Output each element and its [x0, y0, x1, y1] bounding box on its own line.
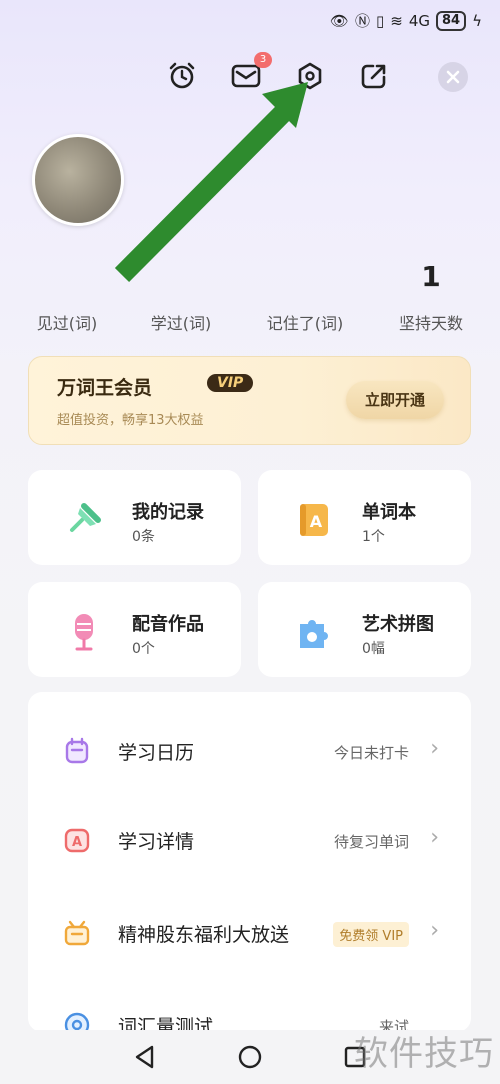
microphone-icon [75, 614, 93, 651]
gift-box-icon [64, 920, 90, 946]
vip-subtitle: 超值投资，畅享13大权益 [57, 413, 204, 428]
mail-icon[interactable]: 3 [228, 52, 272, 94]
vip-banner[interactable]: 万词王会员 VIP 超值投资，畅享13大权益 立即开通 [28, 356, 471, 445]
stat-remembered[interactable]: 记住了(词) [258, 260, 352, 334]
wifi-icon: ≋ [390, 11, 403, 30]
watermark: 软件技巧 [354, 1034, 494, 1074]
study-details-icon: A [64, 828, 90, 853]
share-icon[interactable] [356, 58, 392, 94]
pushpin-icon [70, 503, 101, 532]
close-icon [446, 70, 460, 84]
free-vip-badge: 免费领 VIP [333, 922, 409, 947]
mail-badge: 3 [254, 52, 272, 68]
eye-icon: 👁 [329, 11, 349, 30]
tile-art-puzzle[interactable]: 艺术拼图 0幅 [258, 582, 471, 677]
tile-my-records[interactable]: 我的记录 0条 [28, 470, 241, 565]
stats-row: 见过(词) 学过(词) 记住了(词) 1 坚持天数 [0, 260, 500, 340]
list-item-study-details[interactable]: A 学习详情 待复习单词 › [28, 809, 471, 869]
back-icon[interactable] [130, 1042, 160, 1072]
settings-icon[interactable] [292, 58, 328, 94]
list-item-study-calendar[interactable]: 学习日历 今日未打卡 › [28, 720, 471, 780]
alarm-clock-icon[interactable] [164, 58, 200, 94]
signal-icon: 4G [408, 11, 430, 30]
vibrate-icon: ▯ [375, 11, 385, 30]
list-item-shareholder-benefits[interactable]: 精神股东福利大放送 免费领 VIP › [28, 902, 471, 962]
stat-seen[interactable]: 见过(词) [24, 260, 110, 334]
vip-open-button[interactable]: 立即开通 [346, 381, 444, 419]
nfc-icon: Ⓝ [354, 12, 370, 30]
calendar-icon [65, 737, 89, 764]
status-bar: 👁 Ⓝ ▯ ≋ 4G 84 ϟ [330, 10, 482, 31]
tile-wordbook[interactable]: A 单词本 1个 [258, 470, 471, 565]
tile-dubbing-works[interactable]: 配音作品 0个 [28, 582, 241, 677]
chevron-right-icon: › [430, 918, 439, 943]
chevron-right-icon: › [430, 736, 439, 761]
wordbook-icon: A [300, 504, 328, 536]
puzzle-icon [300, 620, 328, 648]
svg-text:A: A [310, 512, 323, 531]
stat-learned[interactable]: 学过(词) [138, 260, 224, 334]
avatar[interactable] [32, 134, 124, 226]
menu-list: 学习日历 今日未打卡 › A 学习详情 待复习单词 › 精神股东福利大放送 免费… [28, 692, 471, 1032]
svg-text:A: A [72, 835, 82, 850]
charging-icon: ϟ [472, 11, 482, 30]
home-icon[interactable] [235, 1042, 265, 1072]
vip-title: 万词王会员 [57, 377, 153, 399]
battery-indicator: 84 [436, 10, 467, 31]
header-toolbar: 3 [0, 52, 500, 98]
vip-tag: VIP [207, 374, 254, 392]
vocabulary-test-icon [64, 1012, 90, 1032]
stat-streak-days[interactable]: 1 坚持天数 [392, 260, 470, 334]
chevron-right-icon: › [430, 825, 439, 850]
close-button[interactable] [438, 62, 468, 92]
